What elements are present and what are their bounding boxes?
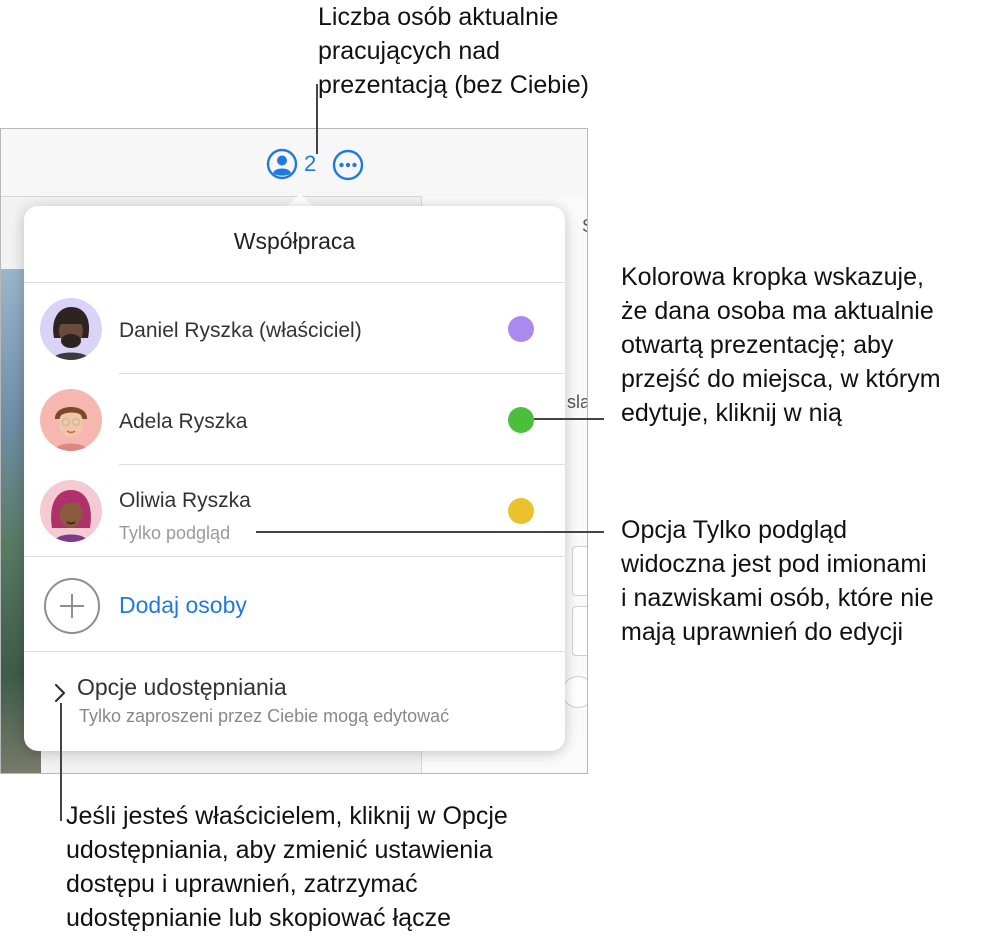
collaboration-popover: Współpraca Daniel Ryszka (właściciel) Ad… bbox=[24, 206, 565, 751]
avatar bbox=[40, 480, 102, 542]
more-options-button[interactable] bbox=[332, 149, 364, 186]
avatar bbox=[40, 298, 102, 360]
collaborate-button[interactable]: 2 bbox=[266, 147, 316, 181]
presence-dot[interactable] bbox=[508, 316, 534, 342]
collaborator-count: 2 bbox=[304, 151, 317, 176]
person-circle-icon bbox=[266, 148, 298, 180]
collaborator-name: Oliwia Ryszka bbox=[119, 489, 251, 512]
leader-line-participants bbox=[316, 84, 318, 154]
callout-participants: Liczba osób aktualnie pracujących nad pr… bbox=[318, 3, 589, 99]
plus-circle-icon bbox=[44, 578, 100, 634]
leader-line-view-only bbox=[256, 531, 604, 533]
collaborator-name: Adela Ryszka bbox=[119, 410, 248, 433]
inspector-slider-knob[interactable] bbox=[562, 676, 587, 708]
sharing-options-label: Opcje udostępniania bbox=[77, 674, 287, 700]
callout-sharing-options: Jeśli jesteś właścicielem, kliknij w Opc… bbox=[66, 802, 508, 932]
toolbar: 2 bbox=[1, 129, 587, 197]
inspector-field-label: sla bbox=[567, 392, 588, 412]
popover-title: Współpraca bbox=[233, 228, 356, 254]
ellipsis-circle-icon bbox=[332, 149, 364, 181]
sharing-options-subtitle: Tylko zaproszeni przez Ciebie mogą edyto… bbox=[79, 706, 450, 726]
divider bbox=[24, 556, 565, 557]
inspector-input-2[interactable] bbox=[572, 606, 587, 656]
avatar bbox=[40, 389, 102, 451]
inspector-tab[interactable]: S bbox=[582, 216, 587, 237]
collaborator-row-daniel[interactable]: Daniel Ryszka (właściciel) bbox=[24, 283, 565, 373]
chevron-right-icon bbox=[54, 683, 66, 703]
callout-view-only: Opcja Tylko podgląd widoczna jest pod im… bbox=[621, 516, 934, 646]
callout-presence-dot: Kolorowa kropka wskazuje, że dana osoba … bbox=[621, 263, 941, 427]
sharing-options-button[interactable]: Opcje udostępniania Tylko zaproszeni prz… bbox=[24, 652, 565, 751]
presence-dot[interactable] bbox=[508, 498, 534, 524]
add-people-button[interactable]: Dodaj osoby bbox=[24, 558, 565, 650]
presence-dot[interactable] bbox=[508, 407, 534, 433]
leader-line-sharing-options bbox=[60, 703, 62, 821]
collaborator-row-adela[interactable]: Adela Ryszka bbox=[24, 374, 565, 464]
collaborator-name: Daniel Ryszka (właściciel) bbox=[119, 319, 362, 342]
add-people-label: Dodaj osoby bbox=[119, 592, 247, 618]
leader-line-presence-dot bbox=[534, 418, 604, 420]
inspector-input[interactable] bbox=[572, 546, 587, 596]
view-only-label: Tylko podgląd bbox=[119, 523, 231, 543]
collaborator-row-oliwia[interactable]: Oliwia Ryszka Tylko podgląd bbox=[24, 465, 565, 555]
